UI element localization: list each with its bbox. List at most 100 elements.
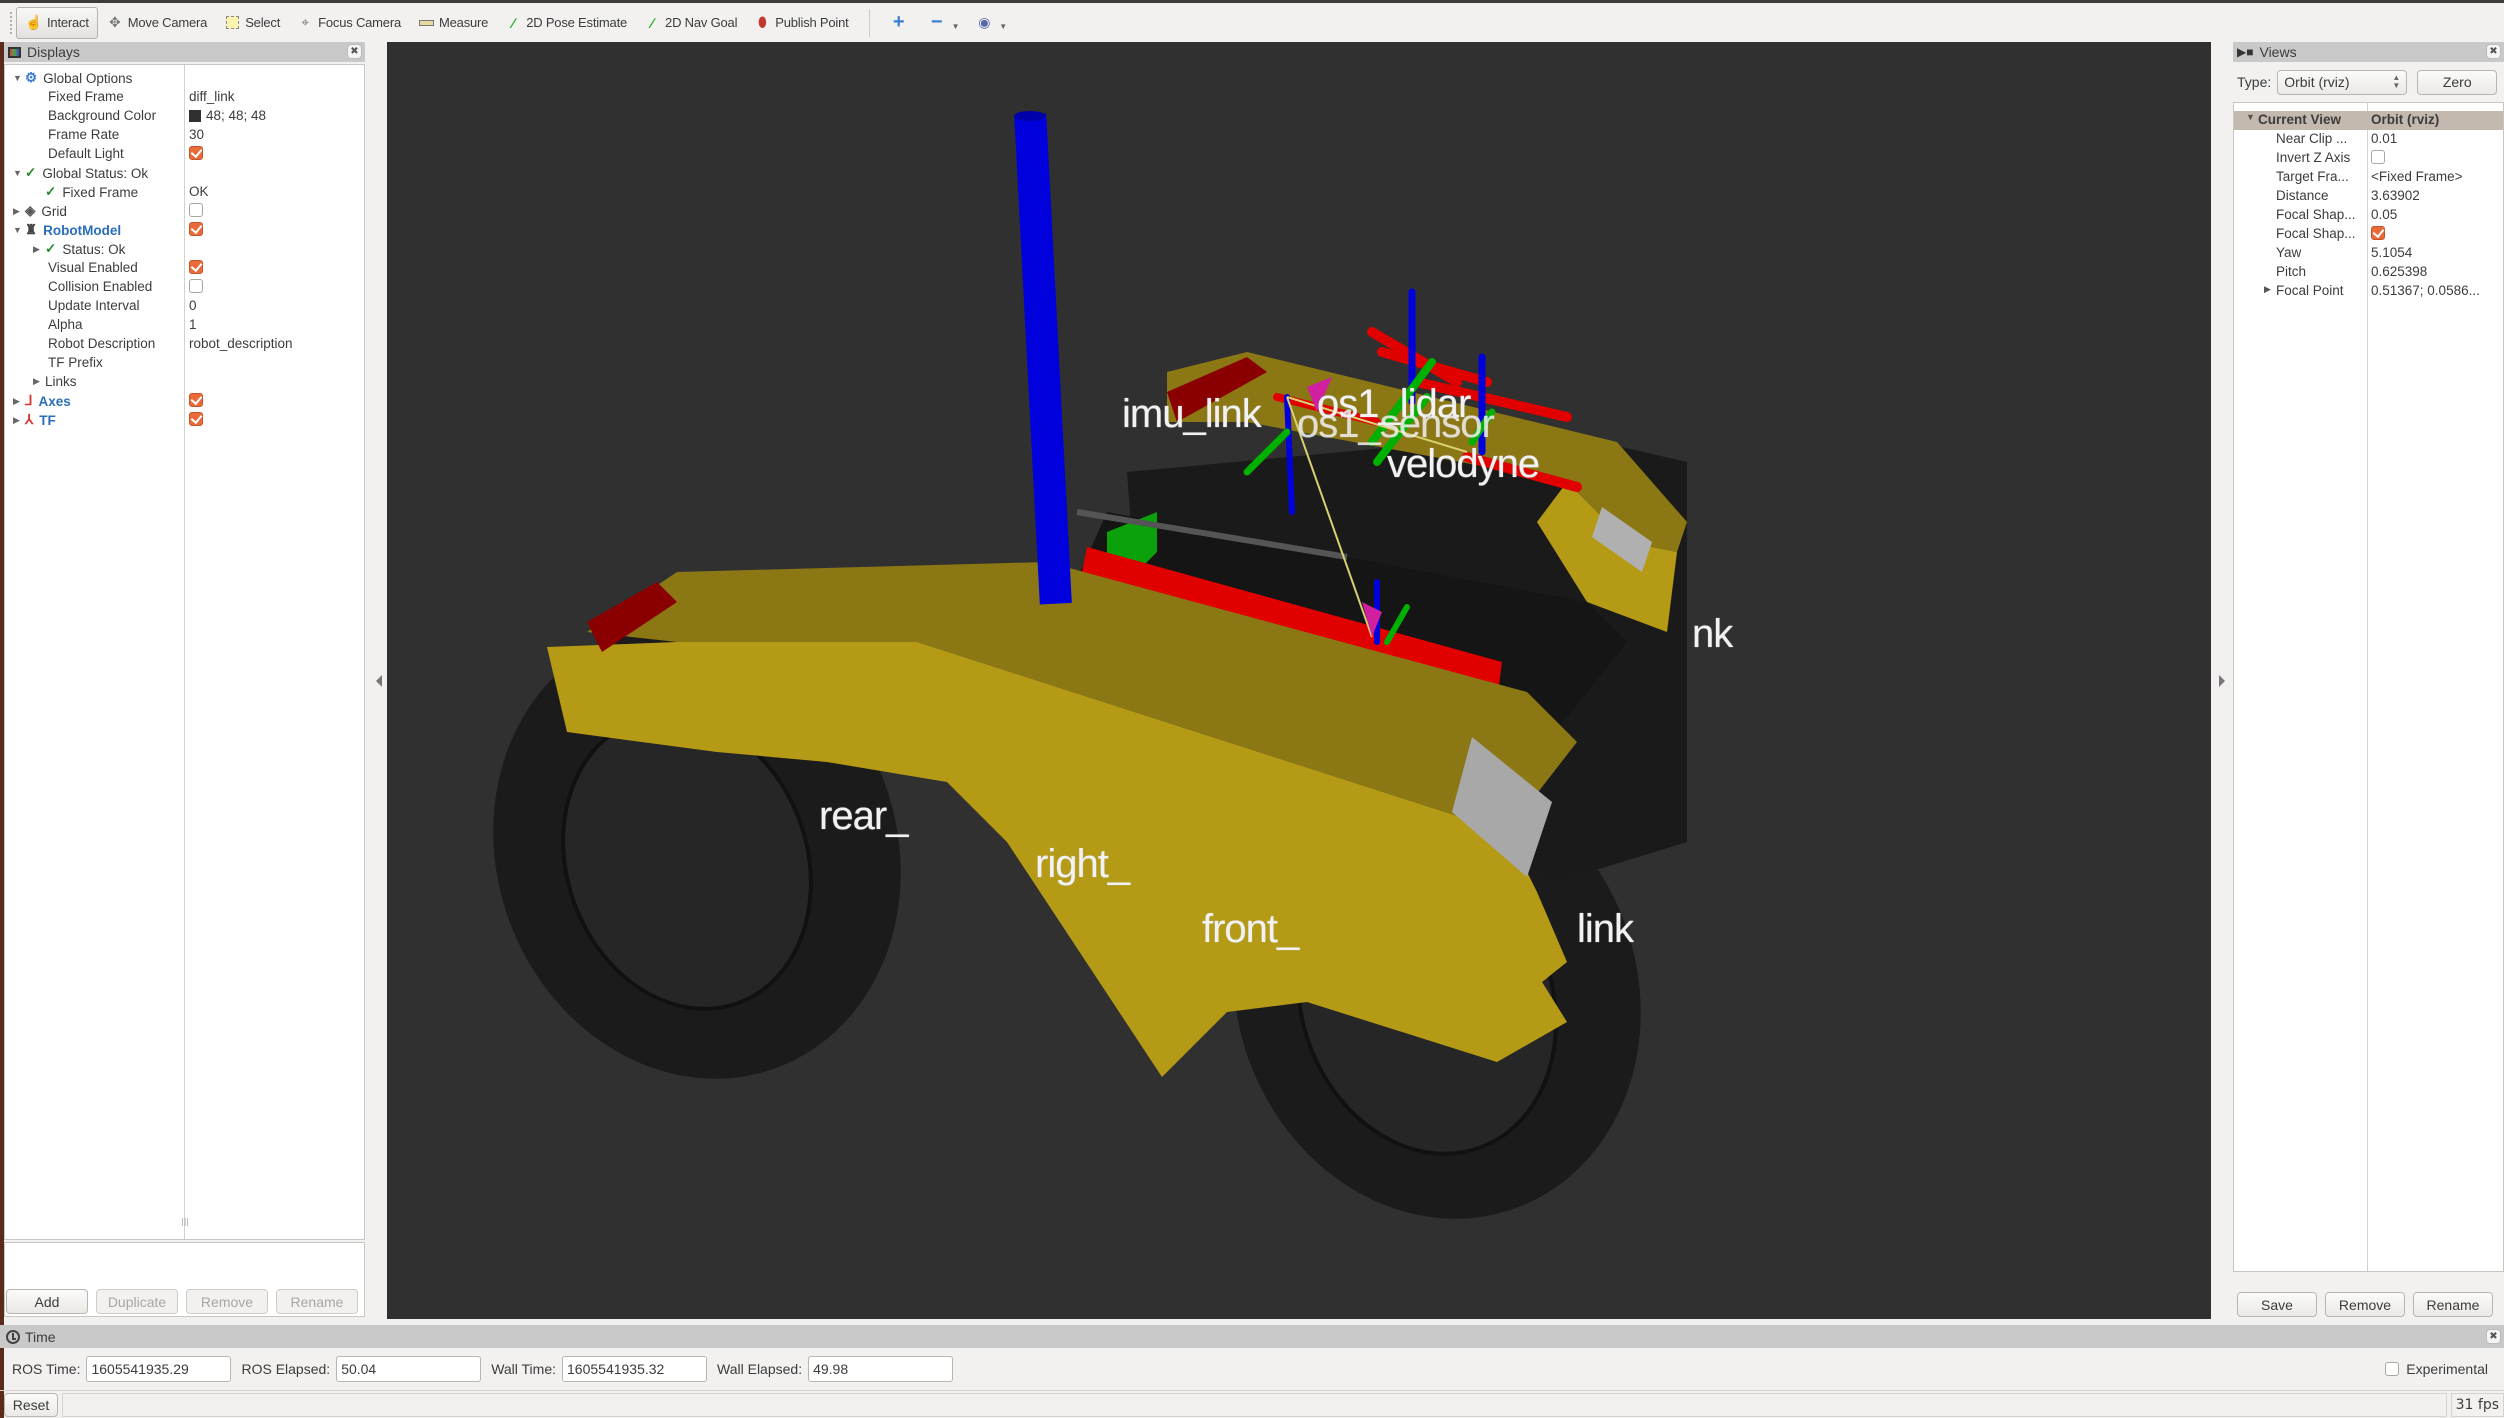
ros-elapsed-field[interactable]: 50.04 (336, 1356, 482, 1382)
display-tree-row[interactable]: Background Color 48; 48; 48 (5, 107, 364, 126)
remove-tool-button[interactable]: − ▼ (920, 7, 968, 39)
view-property-row[interactable]: Near Clip ... 0.01 (2234, 130, 2503, 149)
row-value[interactable] (189, 222, 203, 236)
display-tree-row[interactable]: TF Prefix (5, 354, 364, 373)
row-value[interactable] (189, 260, 203, 274)
expand-arrow-icon[interactable]: ▶ (33, 376, 45, 387)
view-property-row[interactable]: Invert Z Axis (2234, 149, 2503, 168)
view-property-row[interactable]: Pitch 0.625398 (2234, 263, 2503, 282)
expand-arrow-icon[interactable]: ▶ (13, 396, 25, 407)
collapse-left-arrow-icon[interactable] (376, 675, 382, 687)
row-value[interactable] (189, 279, 203, 293)
displays-tree[interactable]: ▼ ⚙ Global Options Fixed Frame diff_link Back… (4, 64, 365, 1240)
views-tree[interactable]: ▼ Current View Orbit (rviz) Near Clip ..… (2233, 102, 2504, 1272)
display-tree-row[interactable]: ▶ Links (5, 373, 364, 392)
current-view-row[interactable]: ▼ Current View Orbit (rviz) (2234, 111, 2503, 130)
tool-select[interactable]: Select (215, 7, 288, 39)
display-tree-row[interactable]: ▶ ⅃ Axes (5, 392, 364, 411)
view-property-row[interactable]: ▶ Focal Point 0.51367; 0.0586... (2234, 282, 2503, 301)
display-tree-row[interactable]: ▶ ◈ Grid (5, 202, 364, 221)
checkbox[interactable] (189, 146, 203, 160)
expand-arrow-icon[interactable]: ▶ (33, 244, 45, 255)
color-swatch (189, 109, 201, 122)
display-tree-row[interactable]: ▶ ✓ Status: Ok (5, 240, 364, 259)
reset-button[interactable]: Reset (4, 1392, 58, 1417)
rename-view-button[interactable]: Rename (2413, 1292, 2493, 1317)
display-tree-row[interactable]: ▼ ✓ Global Status: Ok (5, 164, 364, 183)
display-tree-row[interactable]: Frame Rate 30 (5, 126, 364, 145)
duplicate-display-button[interactable]: Duplicate (96, 1289, 178, 1314)
close-panel-button[interactable]: ✖ (2486, 44, 2501, 59)
display-tree-row[interactable]: Fixed Frame diff_link (5, 88, 364, 107)
remove-view-button[interactable]: Remove (2325, 1292, 2405, 1317)
row-label: Fixed Frame (62, 184, 139, 200)
checkbox[interactable] (189, 279, 203, 293)
row-value[interactable] (189, 412, 203, 426)
row-value[interactable] (189, 393, 203, 407)
tool-focus-camera[interactable]: ⌖ Focus Camera (288, 7, 409, 39)
tool-label: 2D Pose Estimate (526, 15, 628, 30)
tool-move-camera[interactable]: ✥ Move Camera (98, 7, 215, 39)
splitter-grip[interactable]: ||| (181, 1217, 189, 1226)
experimental-checkbox[interactable] (2385, 1362, 2400, 1376)
display-tree-row[interactable]: Collision Enabled (5, 278, 364, 297)
row-value[interactable] (189, 203, 203, 217)
save-view-button[interactable]: Save (2237, 1292, 2317, 1317)
wall-time-field[interactable]: 1605541935.32 (562, 1356, 708, 1382)
toolbar-grip[interactable] (10, 11, 14, 34)
add-tool-button[interactable]: + (882, 7, 920, 39)
close-panel-button[interactable]: ✖ (347, 44, 362, 59)
view-property-row[interactable]: Yaw 5.1054 (2234, 244, 2503, 263)
display-tree-row[interactable]: Robot Description robot_description (5, 335, 364, 354)
checkbox[interactable] (2371, 150, 2385, 164)
ros-time-field[interactable]: 1605541935.29 (86, 1356, 232, 1382)
collapse-arrow-icon[interactable]: ▼ (13, 225, 25, 235)
expand-arrow-icon[interactable]: ▶ (2264, 284, 2271, 295)
display-tree-row[interactable]: Visual Enabled (5, 259, 364, 278)
collapse-arrow-icon[interactable]: ▼ (13, 73, 25, 83)
row-label: Visual Enabled (48, 260, 138, 275)
close-panel-button[interactable]: ✖ (2486, 1329, 2501, 1344)
display-tree-row[interactable]: ▶ ⅄ TF (5, 411, 364, 430)
expand-arrow-icon[interactable]: ▶ (13, 415, 25, 426)
display-tree-row[interactable]: ▼ ⚙ Global Options (5, 69, 364, 88)
ros-time-label: ROS Time: (12, 1361, 81, 1377)
zero-button[interactable]: Zero (2417, 69, 2498, 95)
view-property-row[interactable]: Distance 3.63902 (2234, 187, 2503, 206)
tool-publish-point[interactable]: ⬮ Publish Point (745, 7, 856, 39)
checkbox[interactable] (189, 203, 203, 217)
checkbox[interactable] (189, 260, 203, 274)
display-tree-row[interactable]: ▼ ♜ RobotModel (5, 221, 364, 240)
tool-2d-nav-goal[interactable]: ∕ 2D Nav Goal (635, 7, 745, 39)
wall-elapsed-field[interactable]: 49.98 (808, 1356, 954, 1382)
checkbox[interactable] (2371, 226, 2385, 240)
row-value[interactable] (2371, 226, 2385, 240)
row-value[interactable] (189, 146, 203, 160)
display-tree-row[interactable]: Update Interval 0 (5, 297, 364, 316)
row-label-group: ✓ Fixed Frame (33, 184, 138, 200)
row-value: <Fixed Frame> (2371, 169, 2463, 184)
remove-display-button[interactable]: Remove (186, 1289, 268, 1314)
checkbox[interactable] (189, 222, 203, 236)
view-type-select[interactable]: Orbit (rviz) ▲ ▼ (2277, 69, 2408, 95)
add-display-button[interactable]: Add (6, 1289, 88, 1314)
display-tree-row[interactable]: ✓ Fixed Frame OK (5, 183, 364, 202)
tool-measure[interactable]: Measure (409, 7, 496, 39)
tool-interact[interactable]: ☝ Interact (16, 6, 98, 39)
checkbox[interactable] (189, 412, 203, 426)
camera-type-button[interactable]: ◉ ▼ (967, 7, 1015, 39)
experimental-toggle[interactable]: Experimental (2385, 1361, 2488, 1377)
rename-display-button[interactable]: Rename (276, 1289, 358, 1314)
view-property-row[interactable]: Focal Shap... (2234, 225, 2503, 244)
display-tree-row[interactable]: Alpha 1 (5, 316, 364, 335)
view-property-row[interactable]: Target Fra... <Fixed Frame> (2234, 168, 2503, 187)
collapse-right-arrow-icon[interactable] (2219, 675, 2225, 687)
display-tree-row[interactable]: Default Light (5, 145, 364, 164)
checkbox[interactable] (189, 393, 203, 407)
collapse-arrow-icon[interactable]: ▼ (13, 168, 25, 178)
render-viewport[interactable]: imu_link os1_lidar os1_sensor velodyne r… (387, 42, 2211, 1319)
expand-arrow-icon[interactable]: ▶ (13, 206, 25, 217)
tool-2d-pose-estimate[interactable]: ∕ 2D Pose Estimate (496, 7, 635, 39)
row-value[interactable] (2371, 150, 2385, 164)
view-property-row[interactable]: Focal Shap... 0.05 (2234, 206, 2503, 225)
